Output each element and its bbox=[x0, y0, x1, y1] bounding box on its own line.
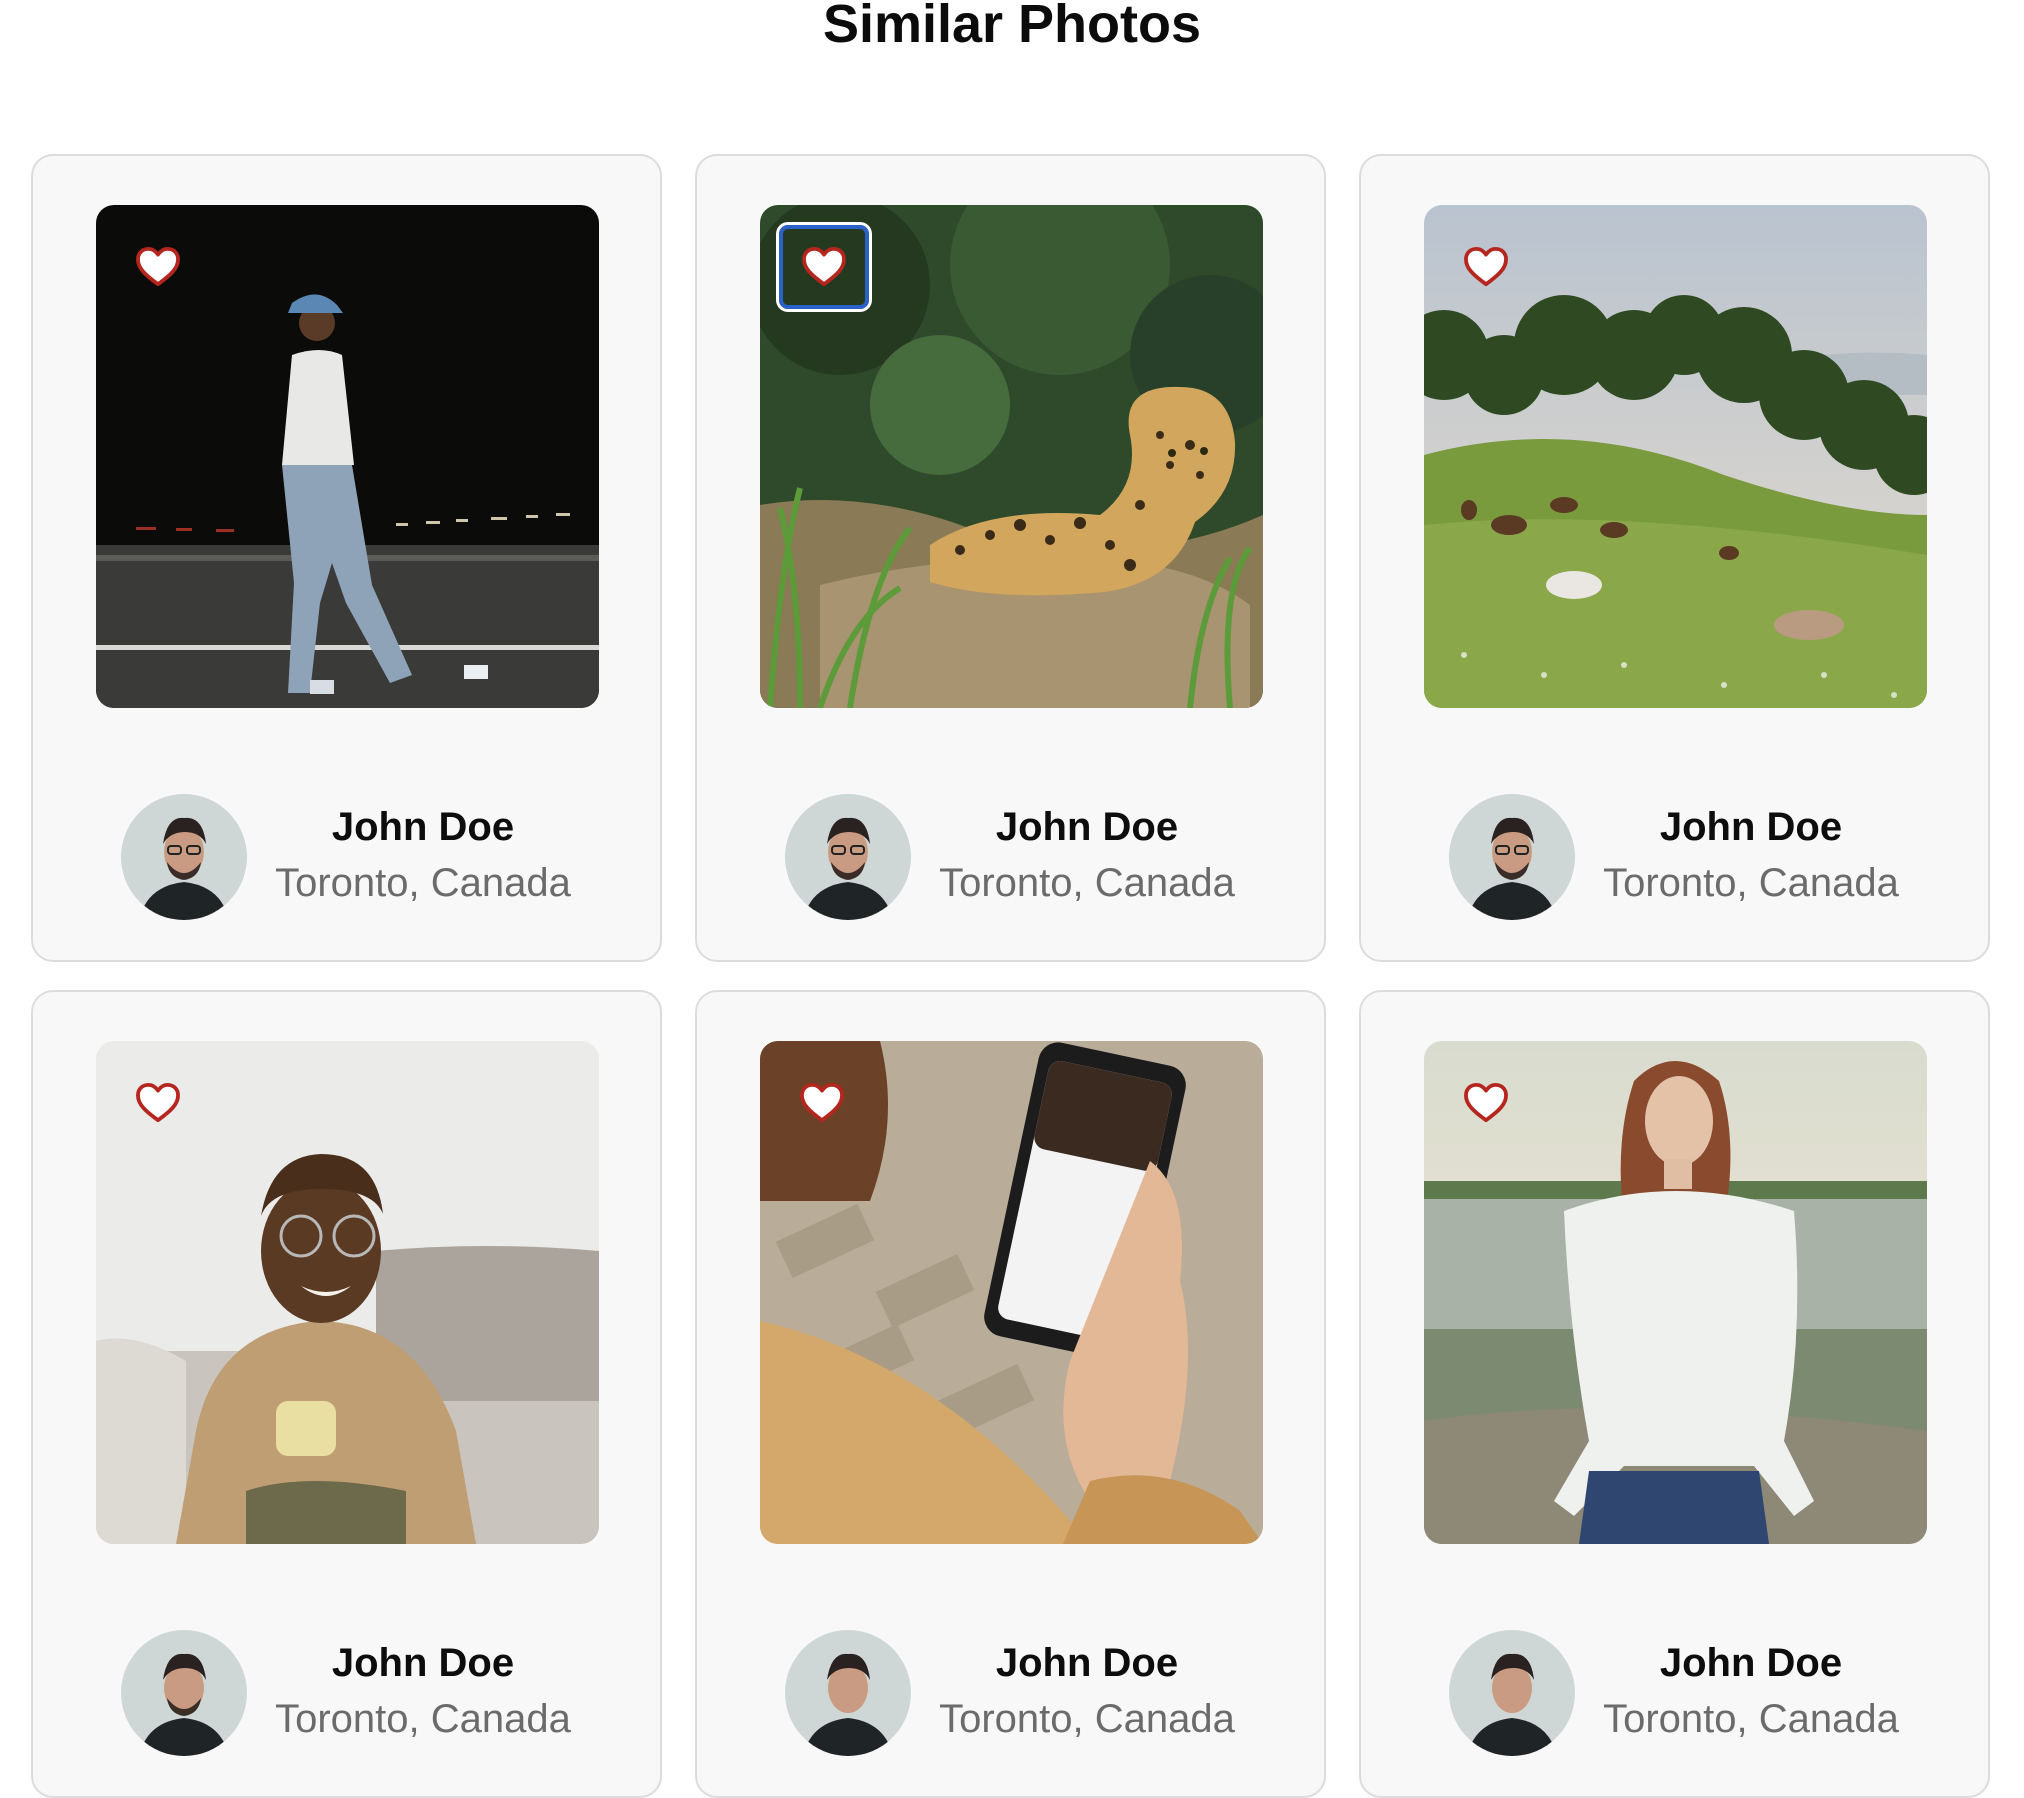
author-name[interactable]: John Doe bbox=[937, 1637, 1237, 1689]
photo-grid: John Doe Toronto, Canada John Doe Toront… bbox=[31, 154, 1993, 1798]
avatar[interactable] bbox=[785, 1630, 911, 1756]
avatar[interactable] bbox=[121, 794, 247, 920]
author-name[interactable]: John Doe bbox=[1601, 1637, 1901, 1689]
heart-outline-icon bbox=[136, 246, 180, 287]
author-info[interactable]: John Doe Toronto, Canada bbox=[1449, 794, 1901, 920]
like-button[interactable] bbox=[130, 1075, 186, 1131]
author-location: Toronto, Canada bbox=[1603, 861, 1899, 905]
author-name[interactable]: John Doe bbox=[1601, 801, 1901, 853]
heart-outline-icon bbox=[1464, 246, 1508, 287]
like-button[interactable] bbox=[130, 239, 186, 295]
heart-outline-icon bbox=[136, 1082, 180, 1123]
page-title: Similar Photos bbox=[822, 0, 1202, 54]
heart-outline-icon bbox=[800, 1082, 844, 1123]
photo-card[interactable]: John Doe Toronto, Canada bbox=[31, 990, 662, 1798]
author-name[interactable]: John Doe bbox=[937, 801, 1237, 853]
author-name[interactable]: John Doe bbox=[273, 1637, 573, 1689]
author-info[interactable]: John Doe Toronto, Canada bbox=[785, 1630, 1237, 1756]
avatar[interactable] bbox=[1449, 1630, 1575, 1756]
woman-by-lake-photo[interactable] bbox=[1424, 1041, 1927, 1544]
heart-outline-icon bbox=[1464, 1082, 1508, 1123]
like-button[interactable] bbox=[794, 1075, 850, 1131]
photo-card[interactable]: John Doe Toronto, Canada bbox=[1359, 990, 1990, 1798]
photo-card[interactable]: John Doe Toronto, Canada bbox=[695, 990, 1326, 1798]
photo-card[interactable]: John Doe Toronto, Canada bbox=[31, 154, 662, 962]
author-info[interactable]: John Doe Toronto, Canada bbox=[1449, 1630, 1901, 1756]
author-location: Toronto, Canada bbox=[275, 1697, 571, 1741]
like-button[interactable] bbox=[1458, 1075, 1514, 1131]
avatar[interactable] bbox=[121, 1630, 247, 1756]
jaguar-resting-in-grass-photo[interactable] bbox=[760, 205, 1263, 708]
author-location: Toronto, Canada bbox=[939, 861, 1235, 905]
man-smiling-with-mug-photo[interactable] bbox=[96, 1041, 599, 1544]
author-location: Toronto, Canada bbox=[1603, 1697, 1899, 1741]
heart-outline-icon bbox=[802, 246, 846, 287]
hand-holding-smartphone-photo[interactable] bbox=[760, 1041, 1263, 1544]
like-button[interactable] bbox=[1458, 239, 1514, 295]
author-info[interactable]: John Doe Toronto, Canada bbox=[785, 794, 1237, 920]
author-name[interactable]: John Doe bbox=[273, 801, 573, 853]
photo-card[interactable]: John Doe Toronto, Canada bbox=[1359, 154, 1990, 962]
author-location: Toronto, Canada bbox=[275, 861, 571, 905]
avatar[interactable] bbox=[785, 794, 911, 920]
author-location: Toronto, Canada bbox=[939, 1697, 1235, 1741]
avatar[interactable] bbox=[1449, 794, 1575, 920]
author-info[interactable]: John Doe Toronto, Canada bbox=[121, 1630, 573, 1756]
photo-card[interactable]: John Doe Toronto, Canada bbox=[695, 154, 1326, 962]
man-walking-at-night-photo[interactable] bbox=[96, 205, 599, 708]
like-button[interactable] bbox=[779, 225, 869, 309]
author-info[interactable]: John Doe Toronto, Canada bbox=[121, 794, 573, 920]
horses-grazing-on-hillside-photo[interactable] bbox=[1424, 205, 1927, 708]
